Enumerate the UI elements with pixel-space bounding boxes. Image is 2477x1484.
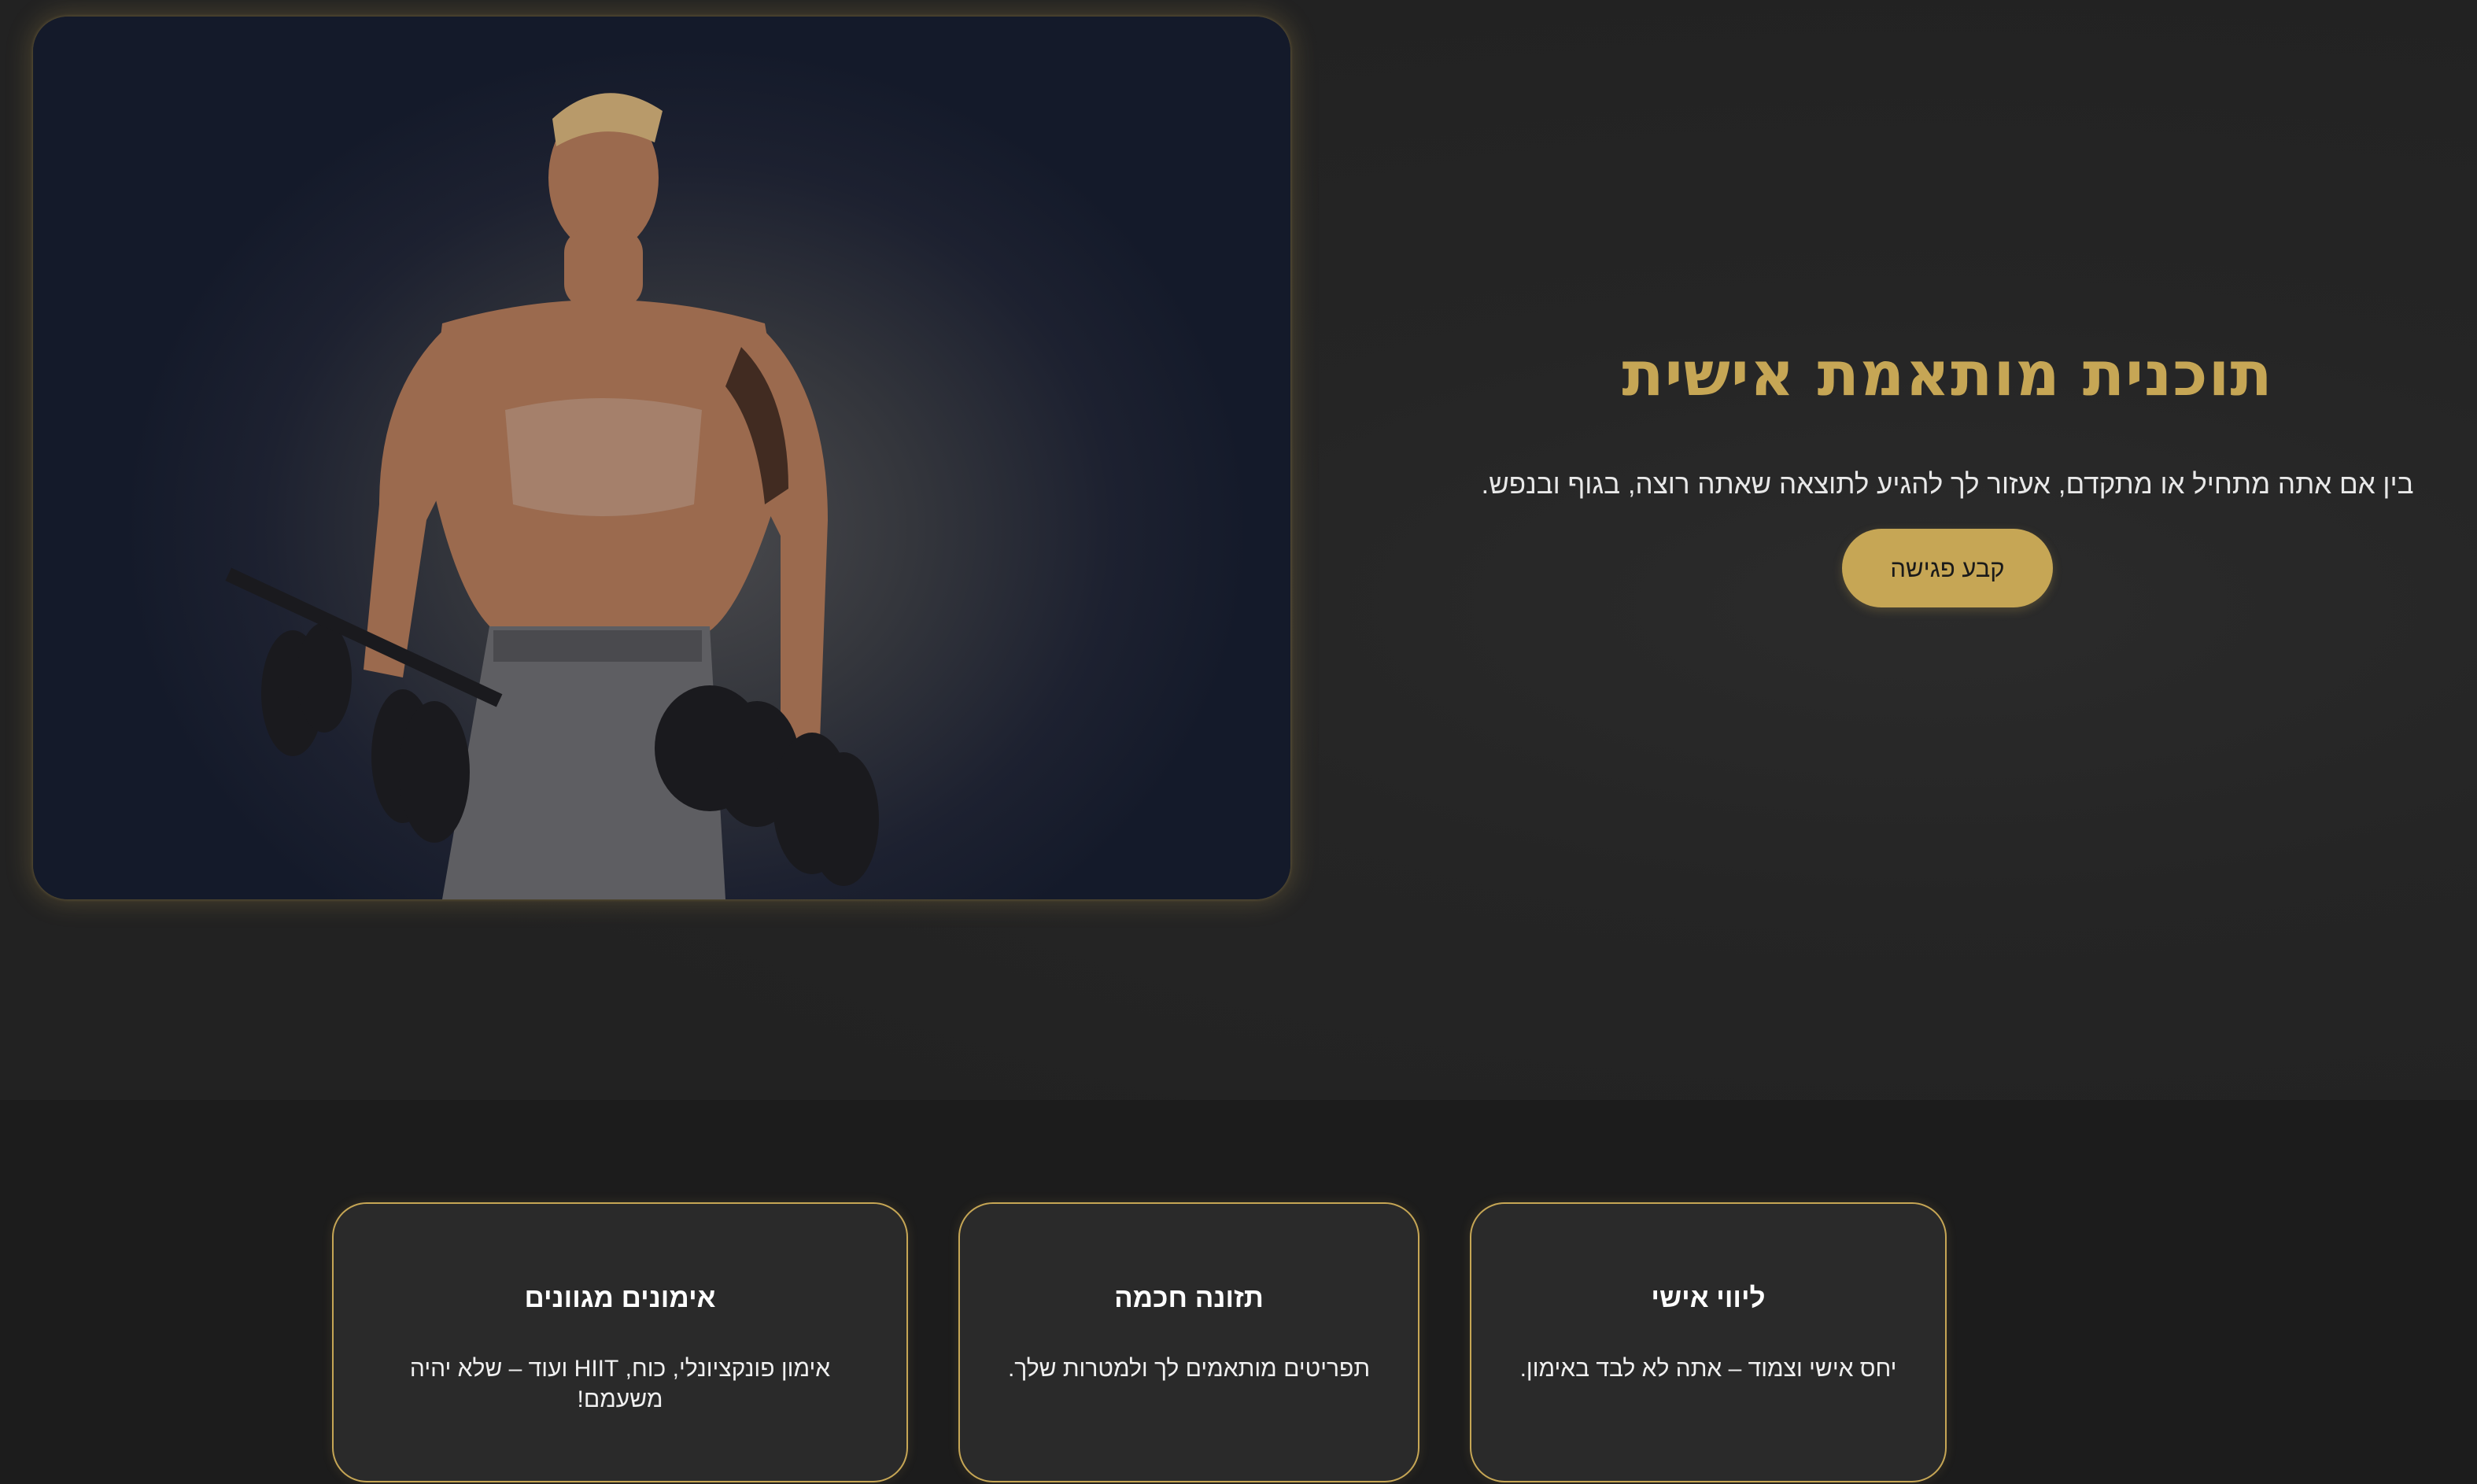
feature-card-smart-nutrition: תזונה חכמה תפריטים מותאמים לך ולמטרות של… (958, 1202, 1419, 1482)
feature-card-title: תזונה חכמה (1114, 1283, 1264, 1313)
hero-content: תוכנית מותאמת אישית בין אם אתה מתחיל או … (1448, 338, 2447, 607)
hero-section: תוכנית מותאמת אישית בין אם אתה מתחיל או … (0, 0, 2477, 1100)
feature-card-title: אימונים מגוונים (524, 1283, 716, 1313)
feature-card-text: אימון פונקציונלי, כוח, HIIT ועוד – שלא י… (409, 1356, 831, 1412)
features-section: ליווי אישי יחס אישי וצמוד – אתה לא לבד ב… (0, 1100, 2477, 1484)
feature-card-personal-coaching: ליווי אישי יחס אישי וצמוד – אתה לא לבד ב… (1470, 1202, 1947, 1482)
feature-card-varied-workouts: אימונים מגוונים אימון פונקציונלי, כוח, H… (332, 1202, 908, 1482)
feature-card-text: תפריטים מותאמים לך ולמטרות שלך. (1007, 1356, 1371, 1382)
hero-fitness-image (33, 17, 1290, 899)
book-meeting-button[interactable]: קבע פגישה (1842, 528, 2053, 607)
hero-title: תוכנית מותאמת אישית (1622, 339, 2273, 410)
athlete-illustration (225, 93, 879, 899)
feature-card-title: ליווי אישי (1651, 1283, 1766, 1313)
hero-subtitle: בין אם אתה מתחיל או מתקדם, אעזור לך להגי… (1481, 468, 2414, 500)
feature-card-text: יחס אישי וצמוד – אתה לא לבד באימון. (1519, 1356, 1897, 1382)
